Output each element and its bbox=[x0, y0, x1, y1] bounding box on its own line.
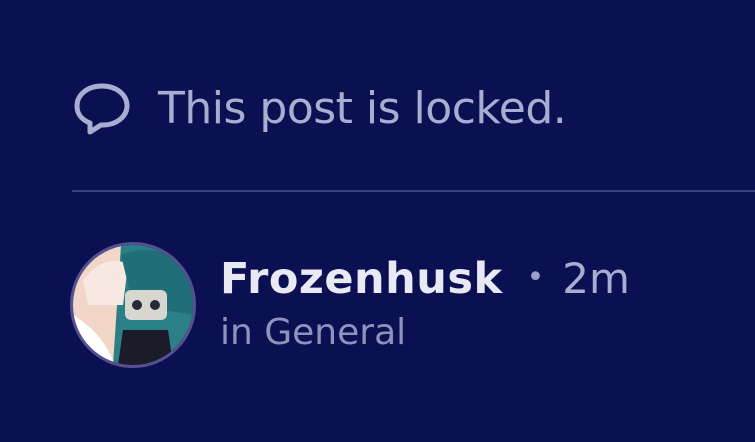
comment-icon bbox=[74, 83, 130, 135]
avatar[interactable] bbox=[70, 242, 196, 368]
channel-label[interactable]: in General bbox=[220, 312, 630, 353]
post-meta: Frozenhusk • 2m in General bbox=[220, 242, 630, 353]
locked-notice: This post is locked. bbox=[72, 78, 567, 138]
name-line: Frozenhusk • 2m bbox=[220, 254, 630, 304]
timestamp[interactable]: 2m bbox=[562, 254, 630, 303]
separator-dot: • bbox=[526, 260, 545, 295]
username[interactable]: Frozenhusk bbox=[220, 254, 503, 304]
locked-message: This post is locked. bbox=[158, 82, 567, 134]
divider bbox=[72, 190, 755, 192]
post-author: Frozenhusk • 2m in General bbox=[70, 242, 630, 368]
